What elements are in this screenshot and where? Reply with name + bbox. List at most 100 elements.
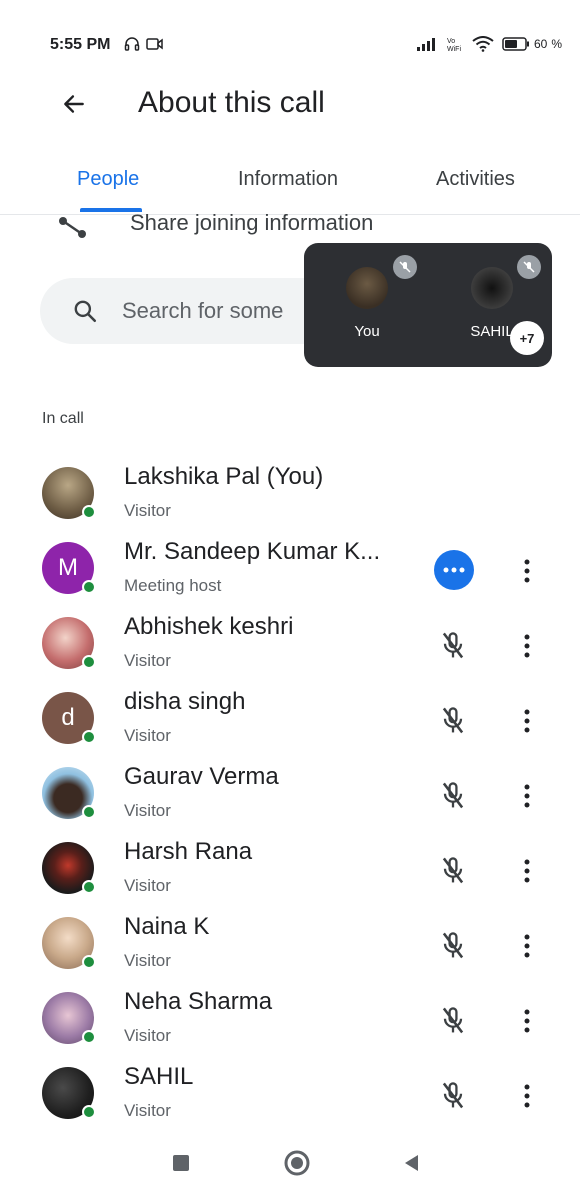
more-horiz-icon [443,567,465,573]
participant-role: Visitor [124,801,171,820]
tab-information[interactable]: Information [238,168,338,191]
mic-off-icon [436,779,470,813]
mic-off-icon [436,1079,470,1113]
more-vert-button[interactable] [512,779,542,813]
status-notification-icons [124,36,164,52]
participant-name: Mr. Sandeep Kumar K... [124,538,381,565]
online-status-dot [82,505,96,519]
list-item[interactable]: Gaurav Verma Visitor [0,755,580,830]
mic-off-icon [436,629,470,663]
more-vert-button[interactable] [512,854,542,888]
recents-button[interactable] [166,1148,196,1178]
participant-role: Visitor [124,501,171,520]
more-vert-button[interactable] [512,704,542,738]
share-joining-info-label: Share joining information [130,210,374,235]
more-vert-button[interactable] [512,1079,542,1113]
participant-role: Meeting host [124,576,222,595]
more-vert-button[interactable] [512,629,542,663]
avatar-letter: M [58,554,78,581]
circle-icon [284,1150,310,1176]
list-item[interactable]: Lakshika Pal (You) Visitor [0,455,580,530]
back-nav-button[interactable] [396,1148,426,1178]
svg-text:Vo: Vo [447,38,455,45]
host-controls-button[interactable] [434,550,474,590]
participant-name: SAHIL [124,1063,194,1090]
avatar [346,267,388,309]
status-right-icons: Vo WiFi 60% [416,36,562,52]
status-bar: 5:55 PM Vo WiFi 60% [0,28,580,64]
participant-role: Visitor [124,1026,171,1045]
back-button[interactable] [58,88,90,120]
participant-role: Visitor [124,726,171,745]
more-vert-button[interactable] [512,929,542,963]
signal-icon [416,38,435,51]
online-status-dot [82,1105,96,1119]
list-item[interactable]: SAHIL Visitor [0,1055,580,1130]
participant-role: Visitor [124,951,171,970]
participant-name: Abhishek keshri [124,613,294,640]
share-icon [58,212,90,245]
system-nav-bar [0,1140,580,1184]
battery-percent: 60 [533,37,548,51]
list-item[interactable]: Abhishek keshri Visitor [0,605,580,680]
avatar [42,992,96,1044]
participant-role: Visitor [124,876,171,895]
avatar [42,1067,96,1119]
tab-people[interactable]: People [77,168,139,191]
avatar [471,267,513,309]
online-status-dot [82,880,96,894]
more-vert-icon [524,1084,530,1108]
mic-off-icon [436,929,470,963]
list-item[interactable]: Harsh Rana Visitor [0,830,580,905]
online-status-dot [82,955,96,969]
more-vert-icon [524,934,530,958]
home-button[interactable] [282,1148,312,1178]
headset-icon [124,37,140,51]
tab-bar: People Information Activities [0,160,580,215]
wifi-icon [472,36,494,52]
online-status-dot [82,805,96,819]
vowifi-icon: VoWiFi [447,38,461,52]
participant-name: Gaurav Verma [124,763,279,790]
avatar [42,467,96,519]
more-vert-icon [524,634,530,658]
tab-activities[interactable]: Activities [436,168,515,191]
battery-icon [502,37,529,51]
participant-role: Visitor [124,1101,171,1120]
search-icon [72,298,98,329]
participant-name: Harsh Rana [124,838,253,865]
avatar [42,842,96,894]
app-bar: About this call [0,80,580,130]
section-label-in-call: In call [42,410,84,427]
triangle-back-icon [405,1155,418,1171]
video-camera-icon [146,38,163,50]
svg-text:WiFi: WiFi [447,46,461,52]
list-item[interactable]: M Mr. Sandeep Kumar K... Meeting host [0,530,580,605]
arrow-back-icon [64,95,84,113]
more-vert-icon [524,859,530,883]
avatar [42,767,96,819]
more-vert-icon [524,1009,530,1033]
participant-name: Lakshika Pal (You) [124,463,324,490]
avatar-letter: d [61,704,75,731]
participant-role: Visitor [124,651,171,670]
mic-off-icon [436,854,470,888]
share-joining-info-row[interactable]: Share joining information [0,210,580,242]
online-status-dot [82,730,96,744]
square-icon [173,1155,189,1171]
call-pip-overlay[interactable]: You SAHIL +7 [304,243,552,367]
avatar [42,917,96,969]
avatar: M [42,542,96,594]
more-vert-icon [524,709,530,733]
list-item[interactable]: Neha Sharma Visitor [0,980,580,1055]
mic-off-icon [436,1004,470,1038]
list-item[interactable]: d disha singh Visitor [0,680,580,755]
page-title: About this call [138,86,325,119]
status-time: 5:55 PM [50,36,111,53]
more-vert-button[interactable] [512,1004,542,1038]
more-vert-button[interactable] [512,554,542,588]
avatar [42,617,96,669]
list-item[interactable]: Naina K Visitor [0,905,580,980]
online-status-dot [82,580,96,594]
more-participants-badge: +7 [510,321,544,355]
